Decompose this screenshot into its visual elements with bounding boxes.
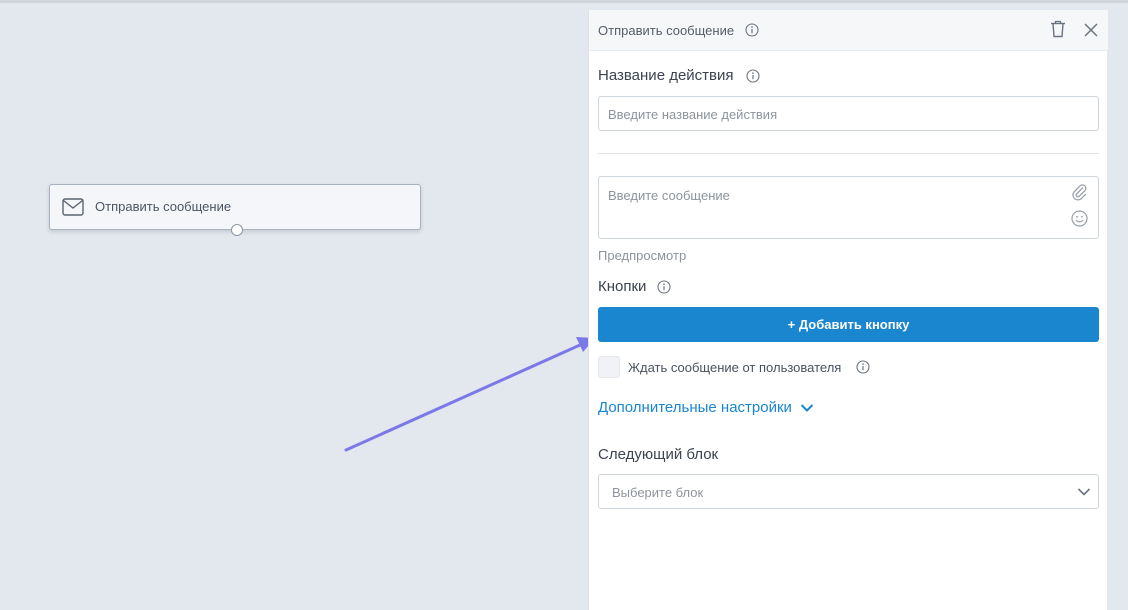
message-placeholder: Введите сообщение: [608, 188, 730, 203]
info-icon[interactable]: [746, 69, 760, 83]
preview-link[interactable]: Предпросмотр: [598, 248, 686, 263]
info-icon[interactable]: [657, 280, 671, 294]
top-border: [0, 0, 1128, 3]
next-block-select[interactable]: Выберите блок: [598, 474, 1099, 509]
envelope-icon: [62, 198, 84, 216]
wait-for-user-label[interactable]: Ждать сообщение от пользователя: [628, 360, 841, 375]
panel-title: Отправить сообщение: [598, 23, 735, 38]
action-name-label: Название действия: [598, 67, 734, 84]
message-textarea[interactable]: Введите сообщение: [598, 176, 1099, 239]
info-icon[interactable]: [745, 23, 759, 37]
paperclip-icon[interactable]: [1071, 183, 1087, 201]
advanced-settings-toggle[interactable]: Дополнительные настройки: [598, 399, 814, 416]
divider: [598, 153, 1099, 154]
emoji-icon[interactable]: [1071, 210, 1088, 227]
settings-panel: Отправить сообщение Название действия Вв…: [588, 10, 1108, 610]
node-label: Отправить сообщение: [95, 199, 232, 214]
flow-node-send-message[interactable]: Отправить сообщение: [49, 184, 421, 236]
next-block-placeholder: Выберите блок: [612, 485, 704, 500]
buttons-label: Кнопки: [598, 278, 647, 295]
wait-for-user-checkbox[interactable]: [598, 356, 620, 378]
panel-header: Отправить сообщение: [589, 10, 1108, 51]
advanced-settings-label: Дополнительные настройки: [598, 399, 792, 416]
info-icon[interactable]: [856, 360, 870, 374]
next-block-label: Следующий блок: [598, 446, 719, 463]
add-button-button[interactable]: + Добавить кнопку: [598, 307, 1099, 342]
chevron-down-icon: [1077, 488, 1091, 496]
action-name-placeholder: Введите название действия: [608, 107, 778, 122]
trash-icon[interactable]: [1050, 20, 1066, 38]
close-icon[interactable]: [1083, 22, 1099, 38]
node-output-port[interactable]: [231, 224, 243, 236]
chevron-down-icon: [800, 403, 814, 412]
action-name-input[interactable]: Введите название действия: [598, 96, 1099, 131]
